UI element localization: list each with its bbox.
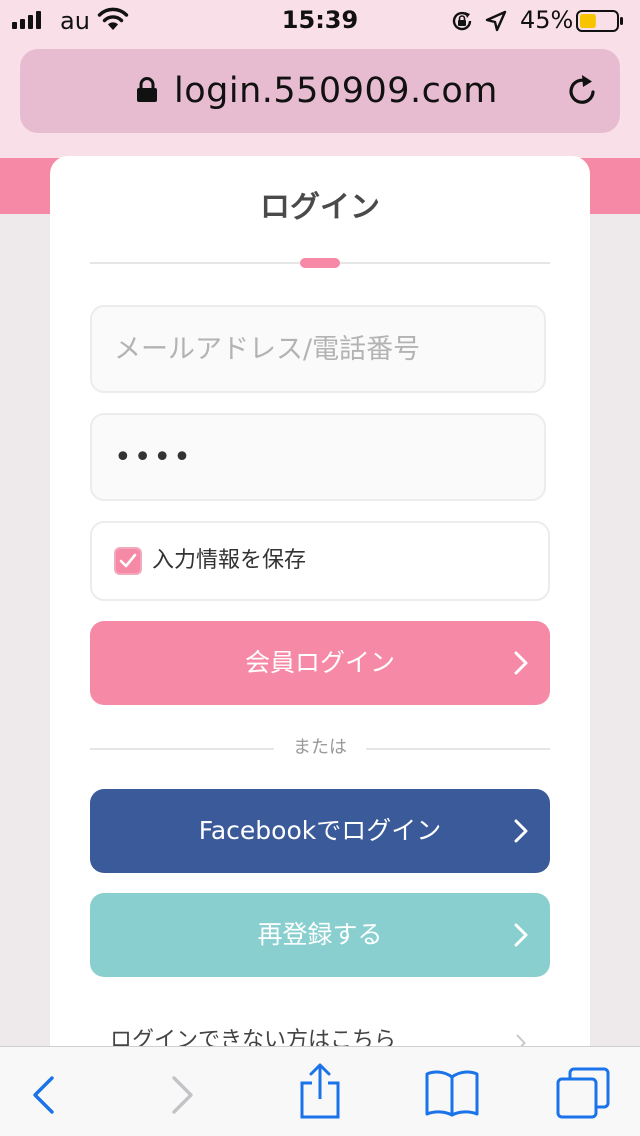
checkmark-icon	[119, 553, 137, 568]
member-login-button[interactable]: 会員ログイン	[90, 621, 550, 705]
browser-chrome: au 15:39 45% login.550909.com	[0, 0, 640, 158]
battery-icon	[576, 10, 623, 32]
tabs-icon[interactable]	[556, 1067, 610, 1119]
facebook-login-label: Facebookでログイン	[198, 816, 442, 845]
battery-percentage: 45%	[520, 6, 574, 34]
rotation-lock-icon	[452, 11, 472, 31]
location-arrow-icon	[485, 10, 507, 32]
browser-toolbar	[0, 1046, 640, 1136]
chevron-right-icon	[514, 923, 528, 947]
register-button[interactable]: 再登録する	[90, 893, 550, 977]
chevron-right-icon	[514, 651, 528, 675]
status-bar: au 15:39 45%	[0, 0, 640, 42]
remember-me-label: 入力情報を保存	[152, 548, 307, 573]
email-phone-input[interactable]	[90, 305, 546, 393]
forward-chevron-right-icon[interactable]	[170, 1075, 196, 1115]
share-icon[interactable]	[298, 1063, 342, 1119]
password-input[interactable]	[90, 413, 546, 501]
remember-me-checkbox[interactable]	[114, 547, 142, 575]
remember-me-row[interactable]: 入力情報を保存	[90, 521, 550, 601]
book-icon[interactable]	[424, 1069, 480, 1117]
facebook-login-button[interactable]: Facebookでログイン	[90, 789, 550, 873]
page-title: ログイン	[260, 190, 380, 225]
title-accent-bar	[300, 258, 340, 268]
chevron-right-icon	[514, 819, 528, 843]
lock-icon	[137, 77, 157, 102]
back-chevron-left-icon[interactable]	[30, 1075, 56, 1115]
address-bar[interactable]: login.550909.com	[20, 49, 620, 133]
reload-icon[interactable]	[564, 73, 600, 109]
or-divider-right	[366, 748, 550, 750]
login-card: ログイン 入力情報を保存 会員ログイン または Facebookでログイン 再登…	[50, 156, 590, 1056]
member-login-label: 会員ログイン	[244, 648, 395, 677]
register-label: 再登録する	[257, 920, 383, 949]
url-text[interactable]: login.550909.com	[174, 69, 498, 113]
